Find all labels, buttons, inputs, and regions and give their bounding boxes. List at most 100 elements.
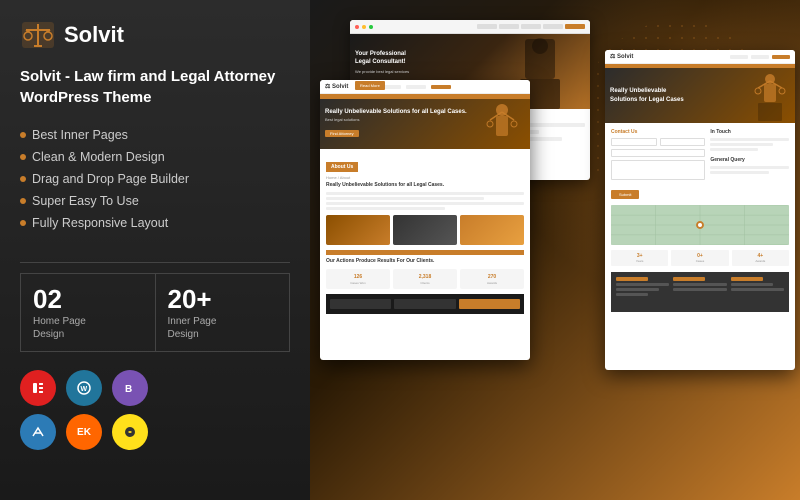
tech-row-1: W B xyxy=(20,370,290,406)
dot-green xyxy=(369,25,373,29)
hero-text: Your ProfessionalLegal Consultant! We pr… xyxy=(355,51,409,92)
ss2-stat-3: 270 Awards xyxy=(460,269,524,289)
ss2-content: About Us Home / About Really Unbelievabl… xyxy=(320,149,530,320)
nav-item xyxy=(406,85,426,89)
ss-main-nav xyxy=(477,24,585,29)
ss3-input-subject[interactable] xyxy=(611,149,705,157)
nav-item xyxy=(751,55,769,59)
elementor-icon[interactable] xyxy=(20,370,56,406)
ss2-breadcrumb: Home / About xyxy=(326,175,524,180)
ss3-form-row-1 xyxy=(611,138,705,146)
ss3-textarea-msg[interactable] xyxy=(611,160,705,180)
ss2-hero-sub: Best legal solutions xyxy=(325,117,467,122)
ss3-submit-btn[interactable]: Submit xyxy=(611,190,639,199)
logo-area: Solvit xyxy=(20,20,290,50)
stat-num-3: 270 xyxy=(488,274,496,280)
ss3-stat-3: 4+ Awards xyxy=(732,250,789,266)
ss3-stat-lbl-2: Cases xyxy=(696,259,705,263)
stats-row: 02 Home PageDesign 20+ Inner PageDesign xyxy=(20,273,290,352)
hero-title: Your ProfessionalLegal Consultant! xyxy=(355,51,409,67)
nav-item xyxy=(565,24,585,29)
ss3-stat-1: 3+ Years xyxy=(611,250,668,266)
ek-icon[interactable]: EK xyxy=(66,414,102,450)
footer-block-accent xyxy=(459,299,520,309)
ss2-stat-2: 2,318 Clients xyxy=(393,269,457,289)
logo-icon xyxy=(20,20,56,50)
ss2-images-row xyxy=(326,215,524,245)
feature-item: Fully Responsive Layout xyxy=(20,212,290,234)
ss2-stats: 126 Cases Won 2,318 Clients 270 Awards xyxy=(326,269,524,289)
ss2-stat-1: 126 Cases Won xyxy=(326,269,390,289)
ss3-logo: ⚖ Solvit xyxy=(610,53,633,60)
nav-item xyxy=(730,55,748,59)
wordpress-icon[interactable]: W xyxy=(66,370,102,406)
touch-line xyxy=(710,138,789,141)
dot-red xyxy=(355,25,359,29)
query-lines xyxy=(710,166,789,174)
ss2-actions-title: Our Actions Produce Results For Our Clie… xyxy=(326,258,524,264)
footer-title xyxy=(673,277,705,281)
footer-block xyxy=(330,299,391,309)
stat-number-inner: 20+ xyxy=(168,284,278,315)
ss3-hero: Really UnbelievableSolutions for Legal C… xyxy=(605,68,795,123)
ss3-nav xyxy=(730,55,790,59)
touch-line xyxy=(710,143,773,146)
stat-label-inner: Inner PageDesign xyxy=(168,315,278,341)
features-list: Best Inner Pages Clean & Modern Design D… xyxy=(20,124,290,234)
ss3-input-email[interactable] xyxy=(660,138,706,146)
stat-box-home: 02 Home PageDesign xyxy=(20,273,155,352)
stat-label-home: Home PageDesign xyxy=(33,315,143,341)
ss3-mini-stats: 3+ Years 0+ Cases 4+ Awards xyxy=(611,250,789,266)
ss2-text-lines xyxy=(326,192,524,210)
screenshot-second: ⚖ Solvit Really Unbelievable Solutions f… xyxy=(320,80,530,360)
mailchimp-icon[interactable] xyxy=(112,414,148,450)
ss2-section-title: Really Unbelievable Solutions for all Le… xyxy=(326,182,524,188)
footer-block xyxy=(394,299,455,309)
footer-line xyxy=(731,288,784,291)
footer-col-2 xyxy=(673,277,726,307)
contact-us-title: Contact Us xyxy=(611,129,705,135)
touch-lines xyxy=(710,138,789,151)
footer-col-1 xyxy=(616,277,669,307)
ss3-map xyxy=(611,205,789,245)
ss3-stat-lbl-3: Awards xyxy=(755,259,765,263)
hero-subtitle: We provide best legal services xyxy=(355,69,409,74)
feature-item: Super Easy To Use xyxy=(20,190,290,212)
query-line xyxy=(710,166,789,169)
footer-col-3 xyxy=(731,277,784,307)
ss3-content: Contact Us Submit In Touch xyxy=(605,123,795,318)
hero-cta[interactable]: Read More xyxy=(355,81,385,90)
nav-item xyxy=(772,55,790,59)
text-line xyxy=(326,197,484,200)
ss2-dark-footer xyxy=(326,294,524,314)
stat-box-inner: 20+ Inner PageDesign xyxy=(155,273,291,352)
ss3-input-name[interactable] xyxy=(611,138,657,146)
ss3-hero-title: Really UnbelievableSolutions for Legal C… xyxy=(610,87,750,104)
in-touch-title: In Touch xyxy=(710,129,789,135)
footer-line xyxy=(673,288,726,291)
nav-item xyxy=(477,24,497,29)
avada-icon[interactable] xyxy=(20,414,56,450)
text-line xyxy=(326,207,445,210)
query-line xyxy=(710,171,769,174)
bootstrap-icon[interactable]: B xyxy=(112,370,148,406)
screenshots-container: Your ProfessionalLegal Consultant! We pr… xyxy=(320,20,790,490)
divider xyxy=(20,262,290,263)
text-line xyxy=(326,192,524,195)
footer-line xyxy=(616,293,648,296)
stat-lbl-1: Cases Won xyxy=(350,281,365,285)
ss2-hero-btn[interactable]: Find Attorney xyxy=(325,130,359,137)
screenshot-third: ⚖ Solvit Really UnbelievableSolutions fo… xyxy=(605,50,795,370)
footer-title xyxy=(731,277,763,281)
svg-text:B: B xyxy=(125,384,132,395)
general-query-title: General Query xyxy=(710,157,789,163)
lady-justice-area xyxy=(480,102,525,147)
footer-title xyxy=(616,277,648,281)
footer-line xyxy=(616,283,669,286)
ss3-hero-image xyxy=(750,71,790,121)
product-title: Solvit - Law firm and Legal Attorney Wor… xyxy=(20,66,290,108)
stat-num-1: 126 xyxy=(354,274,362,280)
ss2-header: ⚖ Solvit xyxy=(320,80,530,94)
feature-item: Drag and Drop Page Builder xyxy=(20,168,290,190)
screenshot-main-header xyxy=(350,20,590,34)
